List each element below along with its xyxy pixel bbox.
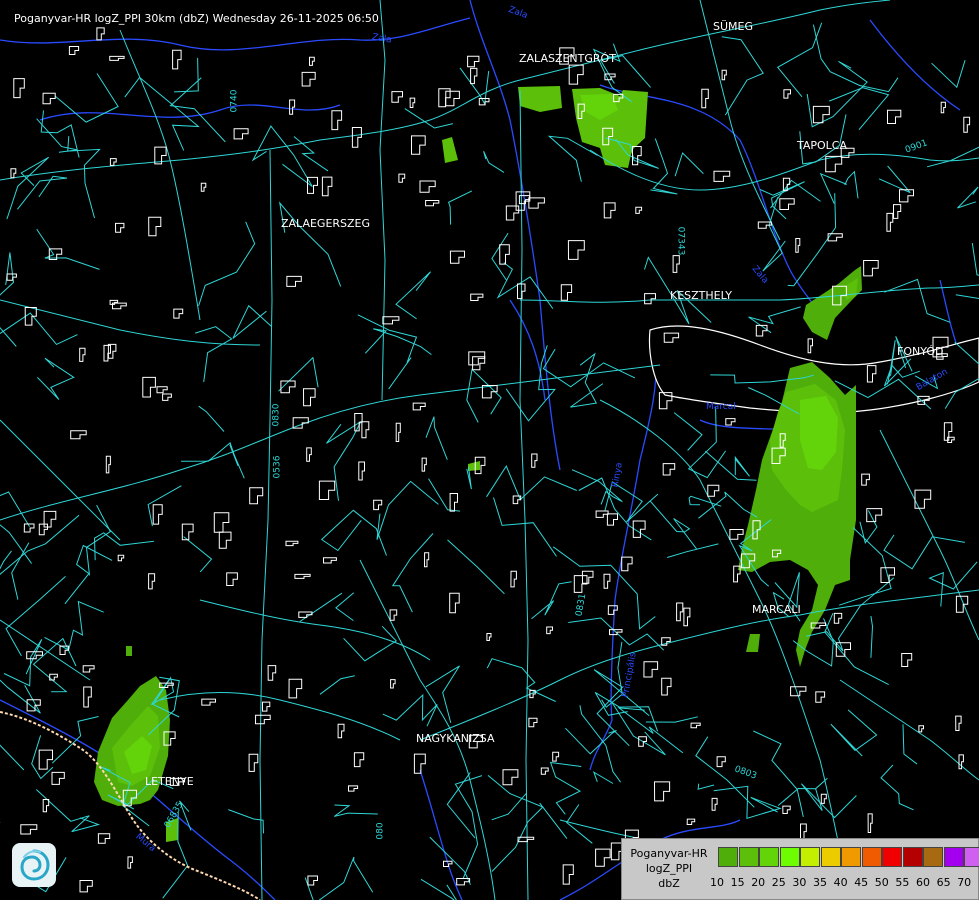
city-label-tapolca: TAPOLCA: [797, 139, 848, 152]
legend-tick-label: 60: [916, 876, 930, 889]
legend-swatch: [923, 847, 943, 867]
legend-tick-label: 35: [813, 876, 827, 889]
legend-swatch: [861, 847, 882, 867]
swirl-icon: [20, 849, 50, 881]
legend-tick-label: 15: [730, 876, 745, 889]
city-label-zalaegerszeg: ZALAEGERSZEG: [281, 217, 371, 230]
legend-tick-label: 70: [957, 876, 972, 889]
map-title: Poganyvar-HR logZ_PPI 30km (dbZ) Wednesd…: [14, 12, 379, 25]
color-scale-legend: Poganyvar-HR logZ_PPI dbZ 10 15 20 25 30 35 40…: [621, 838, 979, 900]
legend-unit: dbZ: [658, 877, 680, 890]
city-label-marcali: MARCALI: [752, 603, 801, 616]
city-label-nagykanizsa: NAGYKANIZSA: [416, 732, 495, 745]
legend-source: Poganyvar-HR: [630, 847, 708, 860]
legend-tick-label: 55: [895, 876, 910, 889]
radar-logo: [12, 843, 56, 887]
river-label-marcal: Marcal: [706, 402, 736, 412]
legend-product: logZ_PPI: [645, 862, 693, 875]
legend-tick-label: 20: [751, 876, 766, 889]
legend-swatch: [943, 847, 964, 867]
legend-tick-label: 30: [792, 876, 807, 889]
legend-swatch: [902, 847, 923, 867]
road-label-080: 080: [375, 822, 386, 840]
city-label-keszthely: KESZTHELY: [670, 289, 733, 302]
legend-swatch: [964, 847, 979, 867]
city-label-sumeg: SÜMEG: [713, 20, 753, 33]
city-label-fonyod: FONYÓD: [897, 345, 944, 358]
legend-swatches: [718, 847, 979, 867]
legend-ticks: 10 15 20 25 30 35 40 45 50 55 60 65 70: [710, 876, 978, 892]
legend-swatch: [718, 847, 738, 867]
legend-swatch: [800, 847, 820, 867]
city-label-letenye: LETENYE: [145, 775, 194, 788]
legend-swatch: [779, 847, 800, 867]
city-label-zalaszentgrot: ZALASZENTGRÓT: [519, 52, 616, 65]
road-label-0740: 0740: [229, 89, 240, 113]
legend-tick-label: 45: [854, 876, 869, 889]
road-label-07343: 07343: [675, 226, 686, 256]
legend-tick-label: 50: [874, 876, 889, 889]
legend-tick-label: 10: [710, 876, 724, 889]
legend-swatch: [820, 847, 841, 867]
legend-swatch: [759, 847, 779, 867]
radar-map: [0, 0, 979, 900]
road-label-0536: 0536: [272, 455, 283, 479]
legend-tick-label: 25: [771, 876, 786, 889]
legend-swatch: [882, 847, 902, 867]
road-label-0830: 0830: [271, 403, 282, 427]
legend-tick-label: 40: [833, 876, 848, 889]
legend-tick-label: 65: [936, 876, 951, 889]
legend-swatch: [841, 847, 861, 867]
legend-swatch: [738, 847, 759, 867]
